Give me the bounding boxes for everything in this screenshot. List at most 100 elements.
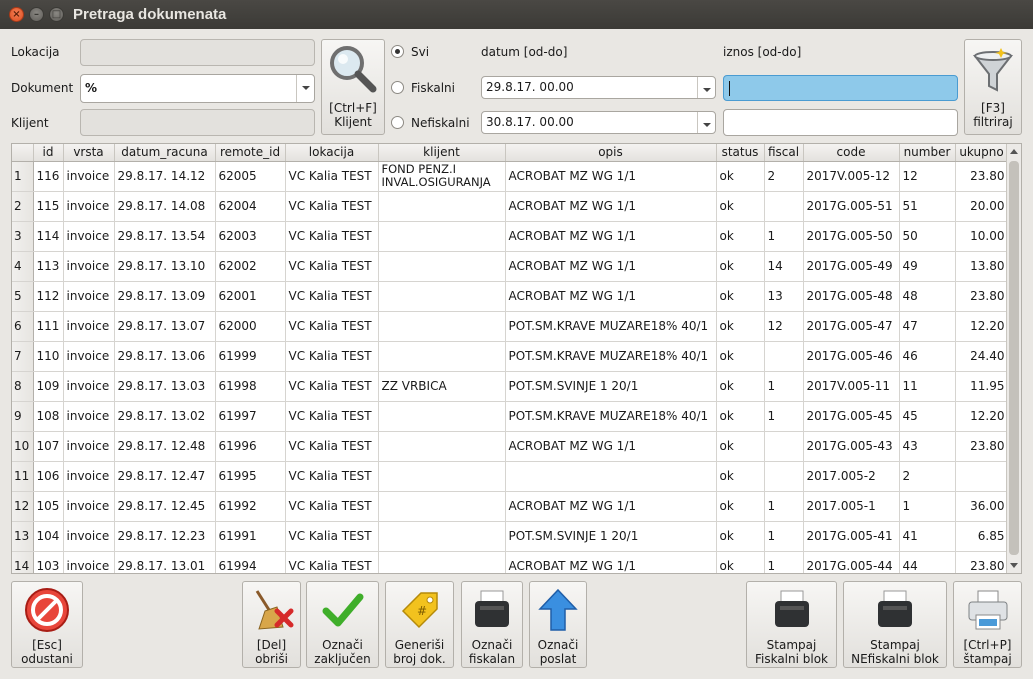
table-row[interactable]: 9 108 invoice 29.8.17. 13.02 61997 VC Kalia T…	[12, 401, 1009, 432]
table-cell-lokacija: VC Kalia TEST	[285, 431, 379, 462]
print-button[interactable]: [Ctrl+P] štampaj	[953, 581, 1022, 668]
chevron-down-icon[interactable]	[697, 112, 715, 133]
table-cell-datum_racuna: 29.8.17. 13.03	[114, 371, 216, 402]
scroll-up-icon[interactable]	[1010, 149, 1018, 154]
checkmark-icon	[322, 593, 363, 627]
client-search-button[interactable]: [Ctrl+F] Klijent	[321, 39, 385, 135]
table-cell-code: 2017G.005-48	[803, 281, 900, 312]
table-cell-fiscal	[764, 191, 804, 222]
datum-od-combo[interactable]: 29.8.17. 00.00	[481, 76, 716, 99]
mark-closed-button[interactable]: Označi zaključen	[306, 581, 379, 668]
table-cell-opis: POT.SM.SVINJE 1 20/1	[505, 371, 717, 402]
print-fiscal-button-label: Stampaj Fiskalni blok	[754, 638, 829, 666]
receipt-printer-icon	[878, 590, 912, 627]
table-row[interactable]: 6 111 invoice 29.8.17. 13.07 62000 VC Kalia T…	[12, 311, 1009, 342]
chevron-down-icon[interactable]	[697, 77, 715, 98]
mark-sent-button[interactable]: Označi poslat	[529, 581, 587, 668]
documents-table[interactable]: id vrsta datum_racuna remote_id lokacija…	[11, 143, 1022, 574]
row-number: 4	[12, 251, 34, 282]
scroll-thumb[interactable]	[1009, 161, 1019, 555]
radio-nefiskalni-label: Nefiskalni	[411, 116, 470, 130]
radio-nefiskalni[interactable]	[391, 116, 404, 129]
table-row[interactable]: 11 106 invoice 29.8.17. 12.47 61995 VC Kalia …	[12, 461, 1009, 492]
table-row[interactable]: 13 104 invoice 29.8.17. 12.23 61991 VC Kalia …	[12, 521, 1009, 552]
table-cell-fiscal	[764, 461, 804, 492]
table-cell-id: 115	[33, 191, 64, 222]
mark-fiscal-button[interactable]: Označi fiskalan	[461, 581, 523, 668]
column-header[interactable]: fiscal	[764, 144, 804, 162]
row-number: 2	[12, 191, 34, 222]
generate-number-button[interactable]: # Generiši broj dok.	[385, 581, 454, 668]
table-cell-id: 114	[33, 221, 64, 252]
table-row[interactable]: 3 114 invoice 29.8.17. 13.54 62003 VC Kalia T…	[12, 221, 1009, 252]
mark-fiscal-button-label: Označi fiskalan	[468, 638, 516, 666]
window-title: Pretraga dokumenata	[73, 6, 227, 23]
column-header[interactable]: ukupno	[955, 144, 1009, 162]
table-row[interactable]: 4 113 invoice 29.8.17. 13.10 62002 VC Kalia T…	[12, 251, 1009, 282]
printer-icon	[968, 590, 1007, 630]
maximize-window-button[interactable]: □	[49, 7, 64, 22]
column-header[interactable]: number	[899, 144, 956, 162]
table-cell-lokacija: VC Kalia TEST	[285, 311, 379, 342]
table-row[interactable]: 7 110 invoice 29.8.17. 13.06 61999 VC Kalia T…	[12, 341, 1009, 372]
table-cell-status: ok	[716, 161, 765, 192]
table-cell-ukupno: 36.00	[955, 491, 1009, 522]
table-cell-datum_racuna: 29.8.17. 12.48	[114, 431, 216, 462]
cancel-button[interactable]: [Esc] odustani	[11, 581, 83, 668]
column-header[interactable]: vrsta	[63, 144, 115, 162]
filter-button[interactable]: [F3] filtriraj	[964, 39, 1022, 135]
table-cell-number: 12	[899, 161, 956, 192]
radio-fiskalni[interactable]	[391, 81, 404, 94]
table-cell-id: 112	[33, 281, 64, 312]
scroll-down-icon[interactable]	[1010, 563, 1018, 568]
minimize-window-button[interactable]: –	[29, 7, 44, 22]
iznos-od-input[interactable]	[723, 75, 958, 101]
corner-header	[12, 144, 34, 162]
datum-do-combo[interactable]: 30.8.17. 00.00	[481, 111, 716, 134]
table-cell-klijent	[378, 491, 506, 522]
column-header[interactable]: datum_racuna	[114, 144, 216, 162]
table-cell-number: 1	[899, 491, 956, 522]
column-header[interactable]: opis	[505, 144, 717, 162]
table-cell-opis: ACROBAT MZ WG 1/1	[505, 161, 717, 192]
table-row[interactable]: 5 112 invoice 29.8.17. 13.09 62001 VC Kalia T…	[12, 281, 1009, 312]
lokacija-field[interactable]	[80, 39, 315, 66]
row-number: 13	[12, 521, 34, 552]
print-fiscal-button[interactable]: Stampaj Fiskalni blok	[746, 581, 837, 668]
chevron-down-icon[interactable]	[296, 75, 314, 102]
column-header[interactable]: remote_id	[215, 144, 286, 162]
column-header[interactable]: code	[803, 144, 900, 162]
vertical-scrollbar[interactable]	[1006, 144, 1021, 573]
close-window-button[interactable]: ×	[9, 7, 24, 22]
table-row[interactable]: 1 116 invoice 29.8.17. 14.12 62005 VC Kalia T…	[12, 161, 1009, 192]
klijent-field[interactable]	[80, 109, 315, 136]
title-bar: × – □ Pretraga dokumenata	[0, 0, 1033, 29]
print-nonfiscal-button[interactable]: Stampaj NEfiskalni blok	[843, 581, 947, 668]
table-row[interactable]: 14 103 invoice 29.8.17. 13.01 61994 VC Kalia …	[12, 551, 1009, 573]
table-cell-status: ok	[716, 251, 765, 282]
table-row[interactable]: 10 107 invoice 29.8.17. 12.48 61996 VC Kalia …	[12, 431, 1009, 462]
delete-button[interactable]: [Del] obriši	[242, 581, 301, 668]
table-row[interactable]: 2 115 invoice 29.8.17. 14.08 62004 VC Kalia T…	[12, 191, 1009, 222]
table-row[interactable]: 8 109 invoice 29.8.17. 13.03 61998 VC Kalia T…	[12, 371, 1009, 402]
column-header[interactable]: klijent	[378, 144, 506, 162]
table-cell-remote_id: 62000	[215, 311, 286, 342]
table-cell-klijent: FOND PENZ.I INVAL.OSIGURANJA	[378, 161, 506, 192]
radio-svi[interactable]	[391, 45, 404, 58]
row-number: 11	[12, 461, 34, 492]
table-cell-vrsta: invoice	[63, 251, 115, 282]
dokument-combo[interactable]: %	[80, 74, 315, 103]
table-cell-remote_id: 61996	[215, 431, 286, 462]
column-header[interactable]: status	[716, 144, 765, 162]
iznos-do-input[interactable]	[723, 109, 958, 136]
table-cell-vrsta: invoice	[63, 341, 115, 372]
column-header[interactable]: lokacija	[285, 144, 379, 162]
table-cell-id: 108	[33, 401, 64, 432]
no-entry-icon	[25, 588, 69, 632]
column-header[interactable]: id	[33, 144, 64, 162]
table-cell-lokacija: VC Kalia TEST	[285, 191, 379, 222]
table-row[interactable]: 12 105 invoice 29.8.17. 12.45 61992 VC Kalia …	[12, 491, 1009, 522]
row-number: 10	[12, 431, 34, 462]
table-cell-opis	[505, 461, 717, 492]
table-cell-ukupno: 12.20	[955, 311, 1009, 342]
